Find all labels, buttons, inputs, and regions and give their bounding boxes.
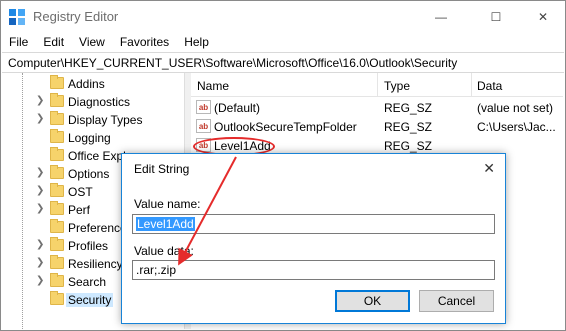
tree-item-logging[interactable]: Logging (1, 129, 184, 147)
address-bar[interactable]: Computer\HKEY_CURRENT_USER\Software\Micr… (2, 52, 564, 73)
tree-item-label: Diagnostics (68, 95, 131, 109)
expand-arrow-icon[interactable]: ❯ (36, 113, 44, 124)
expand-arrow-icon[interactable]: ❯ (36, 185, 44, 196)
close-icon: ✕ (537, 9, 549, 24)
dialog-title-bar[interactable]: Edit String ✕ (122, 154, 505, 184)
column-divider[interactable] (471, 73, 472, 97)
expand-arrow-icon[interactable]: ❯ (36, 275, 44, 286)
folder-icon (50, 75, 64, 89)
edit-string-dialog: Edit String ✕ Value name: Level1Add Valu… (121, 153, 506, 324)
menu-file[interactable]: File (1, 35, 35, 49)
list-header: Name Type Data (191, 73, 563, 97)
tree-item-label: Options (68, 167, 110, 181)
ok-button[interactable]: OK (335, 290, 410, 312)
folder-icon (50, 147, 64, 161)
folder-icon (50, 237, 64, 251)
registry-editor-icon (9, 9, 25, 25)
folder-icon (50, 165, 64, 179)
value-type: REG_SZ (384, 139, 433, 153)
folder-icon (50, 291, 64, 305)
tree-item-label: Logging (68, 131, 111, 145)
folder-icon (50, 201, 64, 215)
menu-help[interactable]: Help (176, 35, 216, 49)
column-header-data[interactable]: Data (477, 79, 502, 93)
tree-item-label: Display Types (68, 113, 143, 127)
tree-item-label: Search (68, 275, 107, 289)
list-row[interactable]: ab (Default) REG_SZ (value not set) (191, 98, 563, 117)
expand-arrow-icon[interactable]: ❯ (36, 203, 44, 214)
column-header-type[interactable]: Type (384, 79, 410, 93)
folder-icon (50, 255, 64, 269)
string-value-icon: ab (196, 100, 211, 114)
string-value-icon: ab (196, 119, 211, 133)
dialog-close-icon[interactable]: ✕ (483, 160, 495, 177)
menu-edit[interactable]: Edit (35, 35, 71, 49)
tree-item-display-types[interactable]: ❯ Display Types (1, 111, 184, 129)
maximize-button[interactable]: ☐ (474, 1, 518, 32)
tree-item-label: Resiliency (68, 257, 123, 271)
value-name-label: Value name: (134, 197, 201, 211)
window-title: Registry Editor (33, 9, 119, 24)
folder-icon (50, 273, 64, 287)
value-type: REG_SZ (384, 101, 433, 115)
tree-item-label: Perf (68, 203, 91, 217)
folder-icon (50, 111, 64, 125)
tree-item-label: Security (66, 293, 114, 307)
tree-item-addins[interactable]: Addins (1, 75, 184, 93)
dialog-title: Edit String (134, 162, 190, 176)
value-name-text: Level1Add (136, 217, 195, 231)
value-name: OutlookSecureTempFolder (214, 120, 357, 134)
cancel-button[interactable]: Cancel (419, 290, 494, 312)
expand-arrow-icon[interactable]: ❯ (36, 257, 44, 268)
tree-item-label: Profiles (68, 239, 109, 253)
value-data-field[interactable]: .rar;.zip (132, 260, 495, 280)
tree-item-label: Addins (68, 77, 105, 91)
folder-icon (50, 183, 64, 197)
value-type: REG_SZ (384, 120, 433, 134)
minimize-button[interactable]: — (419, 1, 463, 32)
column-header-name[interactable]: Name (197, 79, 229, 93)
tree-item-label: OST (68, 185, 93, 199)
value-data: (value not set) (477, 101, 554, 115)
folder-icon (50, 129, 64, 143)
expand-arrow-icon[interactable]: ❯ (36, 239, 44, 250)
value-data: C:\Users\Jac... (477, 120, 556, 134)
column-divider[interactable] (377, 73, 378, 97)
expand-arrow-icon[interactable]: ❯ (36, 95, 44, 106)
folder-icon (50, 219, 64, 233)
list-row[interactable]: ab OutlookSecureTempFolder REG_SZ C:\Use… (191, 117, 563, 136)
title-bar[interactable]: Registry Editor — ☐ ✕ (1, 1, 565, 32)
close-button[interactable]: ✕ (521, 1, 565, 32)
menu-favorites[interactable]: Favorites (112, 35, 176, 49)
folder-icon (50, 93, 64, 107)
menu-bar: File Edit View Favorites Help (1, 32, 565, 52)
tree-item-diagnostics[interactable]: ❯ Diagnostics (1, 93, 184, 111)
value-name-field[interactable]: Level1Add (132, 214, 495, 234)
value-data-label: Value data: (134, 244, 194, 258)
maximize-icon: ☐ (490, 9, 502, 24)
minimize-icon: — (435, 9, 447, 24)
menu-view[interactable]: View (71, 35, 112, 49)
expand-arrow-icon[interactable]: ❯ (36, 167, 44, 178)
value-name: (Default) (214, 101, 261, 115)
